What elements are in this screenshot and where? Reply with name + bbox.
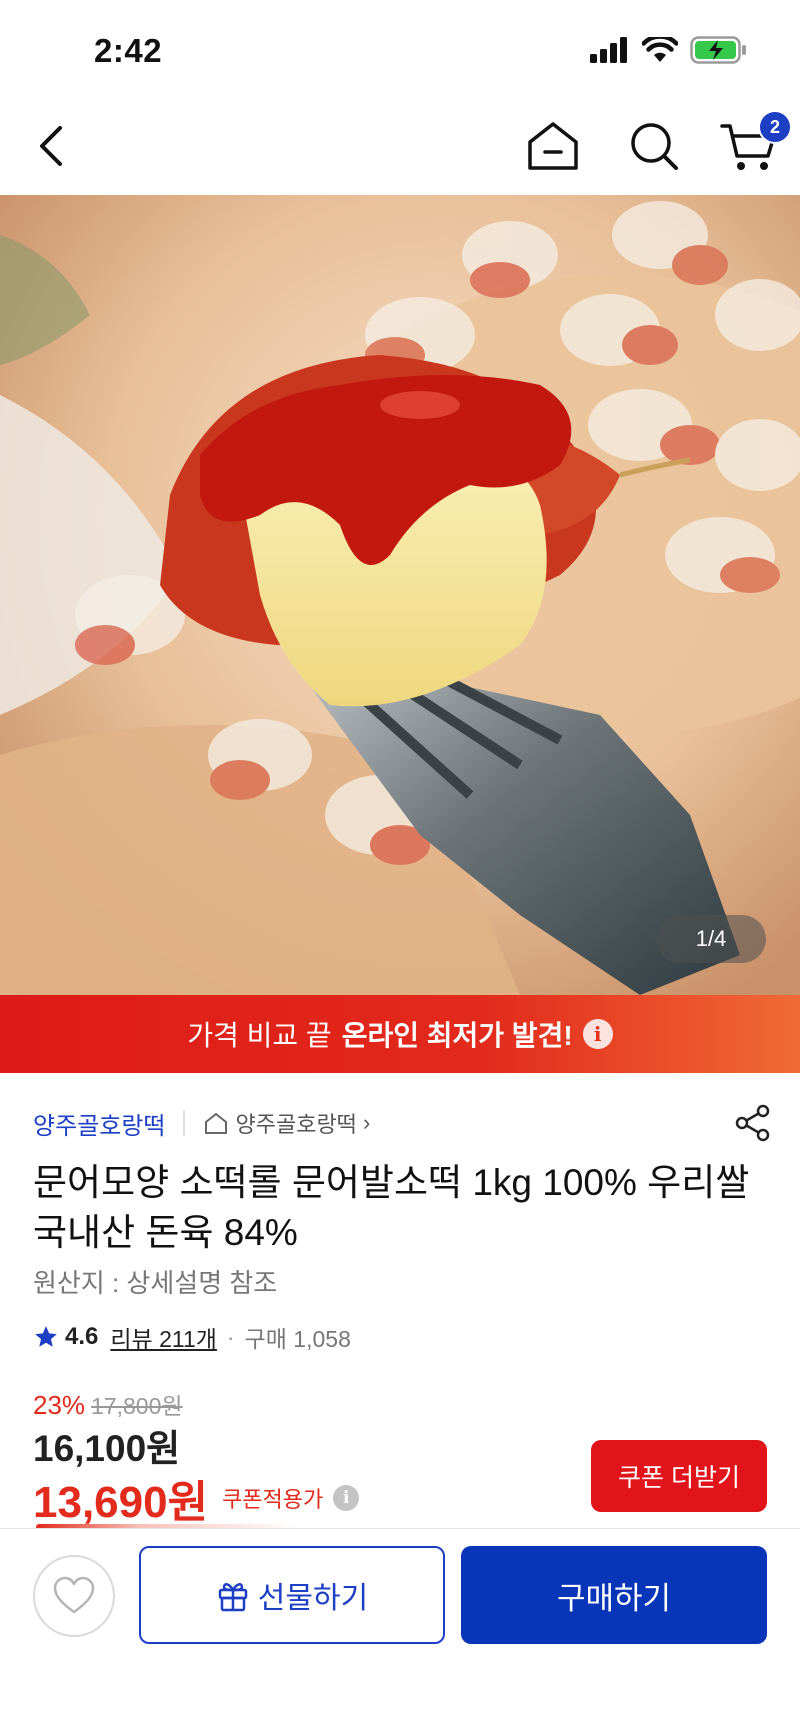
coupon-price-label: 쿠폰적용가 (222, 1487, 324, 1512)
more-coupon-button[interactable]: 쿠폰 더받기 (591, 1440, 767, 1512)
image-counter: 1/4 (656, 915, 766, 963)
star-icon (35, 1326, 57, 1347)
status-icons (590, 36, 748, 64)
coupon-price-row: 13,690원 쿠폰적용가 i (33, 1466, 360, 1530)
buy-button[interactable]: 구매하기 (461, 1546, 767, 1644)
share-icon (735, 1104, 770, 1142)
product-photo (0, 195, 800, 995)
home-icon (528, 122, 578, 170)
status-bar: 2:42 (0, 0, 800, 100)
back-icon (40, 126, 62, 166)
signal-icon (590, 37, 627, 63)
coupon-price: 13,690원 (33, 1478, 209, 1527)
store-link[interactable]: 양주골호랑떡 › (203, 1107, 370, 1139)
review-link[interactable]: 리뷰 211개 (110, 1320, 217, 1354)
share-button[interactable] (733, 1103, 773, 1143)
product-title: 문어모양 소떡롤 문어발소떡 1kg 100% 우리쌀 국내산 돈육 84% (33, 1162, 750, 1253)
discount-rate: 23% (33, 1390, 86, 1420)
promo-text: 가격 비교 끝 (187, 1020, 332, 1051)
sale-price: 16,100원 (33, 1428, 181, 1469)
battery-charging-icon (690, 36, 746, 64)
product-image[interactable]: 1/4 (0, 195, 800, 995)
search-button[interactable] (624, 116, 684, 176)
coupon-info-icon[interactable]: i (333, 1485, 360, 1511)
divider (183, 1110, 186, 1136)
status-time: 2:42 (94, 32, 163, 69)
info-icon[interactable]: i (582, 1019, 613, 1049)
gift-label: 선물하기 (257, 1582, 369, 1615)
separator: · (226, 1323, 235, 1350)
purchase-count: 구매 1,058 (244, 1326, 351, 1352)
chevron-right-icon: › (362, 1110, 371, 1135)
seller-name-link[interactable]: 양주골호랑떡 (33, 1106, 165, 1141)
nav-bar: 2 (0, 100, 800, 195)
origin-info: 원산지 : 상세설명 참조 (33, 1268, 278, 1298)
heart-icon (53, 1576, 95, 1614)
original-price: 17,800원 (91, 1393, 183, 1419)
cart-button[interactable]: 2 (718, 110, 792, 176)
cart-count-badge: 2 (758, 110, 792, 144)
lowest-price-banner[interactable]: 가격 비교 끝 온라인 최저가 발견! i (0, 995, 800, 1073)
seller-row: 양주골호랑떡 양주골호랑떡 › (33, 1103, 773, 1143)
gift-button[interactable]: 선물하기 (139, 1546, 445, 1644)
store-name: 양주골호랑떡 (235, 1112, 357, 1137)
discount-row: 23% 17,800원 (33, 1387, 183, 1421)
promo-highlight: 온라인 최저가 발견! (341, 1020, 573, 1051)
rating-score: 4.6 (65, 1323, 99, 1350)
gift-icon (218, 1583, 248, 1612)
store-home-icon (205, 1113, 228, 1134)
rating-row: 4.6 리뷰 211개 · 구매 1,058 (33, 1320, 351, 1354)
search-icon (631, 123, 678, 170)
home-button[interactable] (522, 116, 584, 176)
wishlist-button[interactable] (33, 1555, 115, 1637)
back-button[interactable] (30, 118, 80, 174)
wifi-icon (642, 37, 678, 62)
